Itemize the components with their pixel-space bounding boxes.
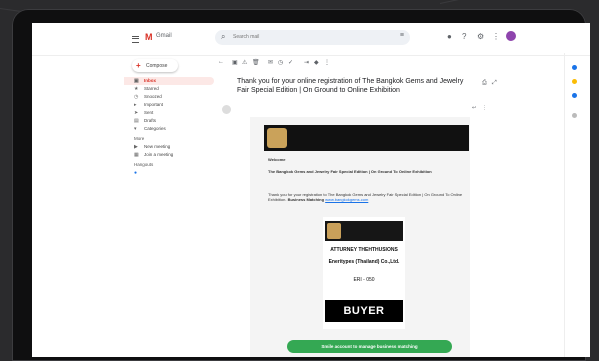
snooze-icon[interactable]: ◷ — [278, 59, 283, 66]
delete-icon[interactable]: 🗑 — [252, 59, 260, 66]
open-new-icon[interactable]: ⤢ — [492, 80, 497, 87]
compose-button[interactable]: + Compose — [132, 59, 178, 72]
event-logo-image — [267, 128, 287, 148]
sidebar-item-label: Important — [144, 102, 164, 107]
sidebar-item-important[interactable]: ▸ Important — [124, 101, 214, 109]
tasks-icon[interactable] — [572, 93, 577, 98]
apps-icon[interactable]: ⋮ — [492, 32, 500, 41]
more-actions-icon[interactable]: ⋮ — [482, 105, 487, 111]
clock-icon: ◷ — [134, 94, 139, 100]
sidebar-item-label: Snoozed — [144, 94, 162, 99]
search-options-icon[interactable]: ≡ — [400, 32, 404, 39]
inbox-icon: ▣ — [134, 78, 139, 84]
important-icon: ▸ — [134, 102, 137, 108]
search-icon[interactable]: ⌕ — [221, 32, 225, 42]
hangouts-heading: Hangouts — [134, 162, 154, 167]
app-name: Gmail — [156, 33, 172, 39]
settings-icon[interactable]: ⚙ — [477, 32, 484, 41]
sidebar-item-label: Drafts — [144, 118, 157, 123]
screen: M Gmail ⌕ Search mail ≡ ● ? ⚙ ⋮ + Compos… — [32, 23, 590, 357]
spam-icon[interactable]: ⚠ — [242, 59, 247, 66]
more-icon[interactable]: ⋮ — [324, 59, 330, 66]
compose-label: Compose — [146, 63, 168, 69]
label-icon: ▾ — [134, 126, 137, 132]
sender-avatar — [222, 105, 231, 114]
greeting: Welcome — [268, 157, 468, 162]
badge-location: ERI - 050 — [353, 277, 375, 283]
keyboard-icon: ▦ — [134, 152, 139, 158]
calendar-icon[interactable] — [572, 65, 577, 70]
email-subject: Thank you for your online registration o… — [237, 77, 477, 95]
event-banner — [264, 125, 469, 151]
email-body: Welcome The Bangkok Gems and Jewelry Fai… — [250, 117, 470, 357]
sidebar-item-label: New meeting — [144, 144, 171, 149]
video-icon: ▶ — [134, 144, 138, 150]
help-icon[interactable]: ? — [462, 32, 466, 41]
label-icon[interactable]: ◆ — [314, 59, 319, 66]
sidebar-item-inbox[interactable]: ▣ Inbox — [124, 77, 214, 85]
mark-unread-icon[interactable]: ✉ — [268, 59, 273, 66]
plus-icon: + — [136, 61, 141, 70]
website-link[interactable]: www.bangkokgems.com — [325, 197, 368, 202]
badge-company: Eneritypes (Thailand) Co.,Ltd. — [328, 259, 400, 265]
side-panel — [564, 53, 583, 357]
user-icon: ● — [134, 170, 138, 176]
subject-text: Thank you for your online registration o… — [237, 78, 464, 94]
sidebar-item-snoozed[interactable]: ◷ Snoozed — [124, 93, 214, 101]
event-line: The Bangkok Gems and Jewelry Fair Specia… — [268, 169, 468, 174]
message-toolbar: ← ▣ ⚠ 🗑 ✉ ◷ ✓ ⇥ ◆ ⋮ — [218, 59, 498, 69]
event-line-text: The Bangkok Gems and Jewelry Fair Specia… — [268, 169, 432, 174]
badge-logo-icon — [327, 223, 341, 239]
sidebar-item-drafts[interactable]: ▤ Drafts — [124, 117, 214, 125]
sidebar-item-label: Categories — [144, 126, 166, 131]
sidebar-item-starred[interactable]: ★ Starred — [124, 85, 214, 93]
avatar[interactable] — [506, 31, 516, 41]
menu-icon[interactable] — [132, 36, 139, 43]
sidebar-item-label: Inbox — [144, 78, 156, 83]
sidebar-item-categories[interactable]: ▾ Categories — [124, 125, 214, 133]
meet-heading: More — [134, 136, 145, 141]
badge-role: BUYER — [325, 300, 403, 322]
sidebar-item-label: Starred — [144, 86, 159, 91]
badge-header-image — [325, 221, 403, 241]
laptop-frame: M Gmail ⌕ Search mail ≡ ● ? ⚙ ⋮ + Compos… — [12, 9, 590, 361]
search-bar[interactable]: ⌕ Search mail ≡ — [215, 30, 410, 45]
task-icon[interactable]: ✓ — [288, 59, 293, 66]
hangouts-user[interactable]: ● — [124, 169, 214, 177]
info-bold: Business Matching — [287, 197, 325, 202]
star-icon: ★ — [134, 86, 139, 92]
sidebar-item-sent[interactable]: ➤ Sent — [124, 109, 214, 117]
archive-icon[interactable]: ▣ — [232, 59, 238, 66]
gmail-header: M Gmail ⌕ Search mail ≡ ● ? ⚙ ⋮ — [32, 23, 590, 56]
info-paragraph: Thank you for your registration to The B… — [268, 192, 468, 202]
sidebar-item-label: Sent — [144, 110, 154, 115]
sidebar-item-new-meeting[interactable]: ▶ New meeting — [124, 143, 214, 151]
gmail-logo-icon: M — [145, 32, 153, 42]
print-icon[interactable]: ⎙ — [482, 80, 487, 87]
sidebar-nav: ▣ Inbox ★ Starred ◷ Snoozed ▸ Important … — [124, 77, 214, 177]
sidebar-item-join-meeting[interactable]: ▦ Join a meeting — [124, 151, 214, 159]
backdrop-line — [439, 0, 499, 4]
move-icon[interactable]: ⇥ — [304, 59, 309, 66]
badge-name: ATTURNEY THEHTHUSIONS — [330, 247, 398, 253]
send-icon: ➤ — [134, 110, 139, 116]
draft-icon: ▤ — [134, 118, 139, 124]
status-icon[interactable]: ● — [447, 32, 452, 41]
greeting-text: Welcome — [268, 157, 286, 162]
reply-icon[interactable]: ↩ — [472, 105, 476, 111]
manage-matching-button[interactable]: Smile account to manage business matchin… — [287, 340, 452, 353]
keep-icon[interactable] — [572, 79, 577, 84]
add-icon[interactable] — [572, 113, 577, 118]
sidebar-item-label: Join a meeting — [144, 152, 174, 157]
back-icon[interactable]: ← — [218, 59, 224, 65]
search-input[interactable]: Search mail — [233, 34, 259, 40]
